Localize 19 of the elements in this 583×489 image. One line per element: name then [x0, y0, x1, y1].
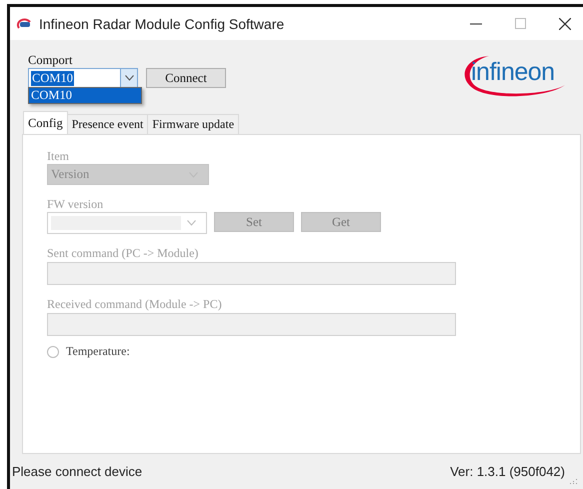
chevron-down-icon: [124, 75, 134, 81]
status-message: Please connect device: [12, 464, 142, 479]
connect-button[interactable]: Connect: [146, 68, 226, 88]
close-icon[interactable]: [559, 18, 571, 30]
temperature-label: Temperature:: [66, 344, 130, 359]
tab[interactable]: Config: [23, 111, 68, 134]
window-title: Infineon Radar Module Config Software: [39, 16, 284, 32]
item-label: Item: [47, 149, 69, 163]
maximize-icon[interactable]: [515, 18, 526, 29]
tab[interactable]: Firmware update: [147, 114, 240, 134]
comport-label: Comport: [28, 53, 74, 67]
comport-dropdown[interactable]: COM10: [28, 68, 138, 88]
sent-command-label: Sent command (PC -> Module): [47, 246, 198, 260]
fw-version-label: FW version: [47, 197, 104, 211]
dropdown-option[interactable]: COM10: [29, 88, 141, 103]
received-command-label: Received command (Module -> PC): [47, 297, 222, 311]
version-text: Ver: 1.3.1 (950f042): [450, 464, 565, 479]
app-icon: [16, 16, 32, 30]
chevron-down-icon: [187, 220, 196, 226]
